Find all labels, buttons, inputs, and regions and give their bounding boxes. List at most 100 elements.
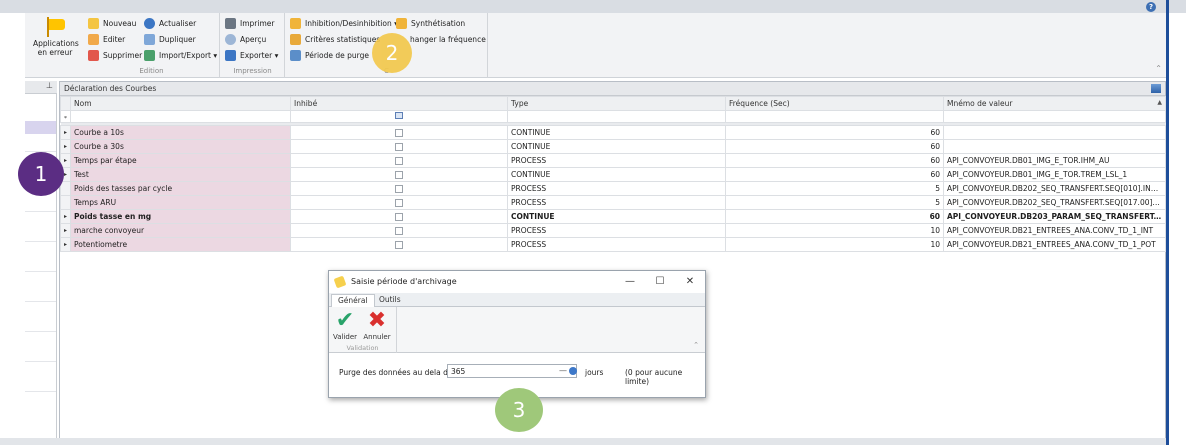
periode-purge-button[interactable]: Période de purge: [290, 48, 369, 62]
cell-inhibe[interactable]: [290, 139, 508, 154]
imprimer-button[interactable]: Imprimer: [225, 16, 274, 30]
cell-nom[interactable]: Potentiometre: [70, 237, 291, 252]
cell-mnemo[interactable]: API_CONVOYEUR.DB203_PARAM_SEQ_TRANSFERT.…: [943, 209, 1166, 224]
cell-frequence[interactable]: 60: [725, 167, 944, 182]
tab-general[interactable]: Général: [331, 294, 375, 307]
table-row[interactable]: ▸ Temps par étape PROCESS 60 API_CONVOYEUR.D…: [60, 153, 1166, 168]
cell-mnemo[interactable]: API_CONVOYEUR.DB01_IMG_E_TOR.IHM_AU: [943, 153, 1166, 168]
table-row[interactable]: ▸ Poids tasse en mg CONTINUE 60 API_CONVOYEU…: [60, 209, 1166, 224]
inhibe-checkbox[interactable]: [395, 185, 403, 193]
header-type[interactable]: Type: [507, 96, 726, 111]
cell-inhibe[interactable]: [290, 153, 508, 168]
cell-inhibe[interactable]: [290, 125, 508, 140]
cell-mnemo[interactable]: API_CONVOYEUR.DB21_ENTREES_ANA.CONV_TD_1…: [943, 223, 1166, 238]
inhibe-checkbox[interactable]: [395, 199, 403, 207]
cell-nom[interactable]: Poids tasse en mg: [70, 209, 291, 224]
table-row[interactable]: ▸ Courbe a 30s CONTINUE 60: [60, 139, 1166, 154]
filter-nom[interactable]: [70, 110, 291, 123]
cell-nom[interactable]: Courbe a 10s: [70, 125, 291, 140]
cell-nom[interactable]: Poids des tasses par cycle: [70, 181, 291, 196]
supprimer-button[interactable]: Supprimer: [88, 48, 142, 62]
chart-icon[interactable]: [1151, 84, 1161, 93]
cell-nom[interactable]: Courbe a 30s: [70, 139, 291, 154]
nouveau-button[interactable]: Nouveau: [88, 16, 136, 30]
cell-type[interactable]: CONTINUE: [507, 167, 726, 182]
cell-nom[interactable]: marche convoyeur: [70, 223, 291, 238]
inhibe-checkbox[interactable]: [395, 171, 403, 179]
cell-frequence[interactable]: 60: [725, 125, 944, 140]
table-row[interactable]: ▸ Courbe a 10s CONTINUE 60: [60, 125, 1166, 140]
filter-checkbox-icon[interactable]: [395, 112, 403, 119]
inhibe-checkbox[interactable]: [395, 157, 403, 165]
cell-type[interactable]: CONTINUE: [507, 209, 726, 224]
row-expander-icon[interactable]: ▸: [60, 237, 71, 252]
cell-frequence[interactable]: 5: [725, 195, 944, 210]
apercu-button[interactable]: Aperçu: [225, 32, 266, 46]
actualiser-button[interactable]: Actualiser: [144, 16, 196, 30]
increment-icon[interactable]: [569, 367, 577, 375]
annuler-button[interactable]: ✖ Annuler: [363, 309, 391, 342]
cell-frequence[interactable]: 60: [725, 209, 944, 224]
minimize-icon[interactable]: —: [615, 271, 645, 293]
row-expander-icon[interactable]: ▸: [60, 125, 71, 140]
cell-type[interactable]: PROCESS: [507, 223, 726, 238]
editer-button[interactable]: Editer: [88, 32, 125, 46]
cell-frequence[interactable]: 60: [725, 139, 944, 154]
table-row[interactable]: ▸ marche convoyeur PROCESS 10 API_CONVOYEUR.…: [60, 223, 1166, 238]
filter-mnemo[interactable]: [943, 110, 1166, 123]
table-row[interactable]: ▸ Potentiometre PROCESS 10 API_CONVOYEUR.DB2…: [60, 237, 1166, 252]
row-expander-icon[interactable]: ▸: [60, 209, 71, 224]
filter-inhibe[interactable]: [290, 110, 508, 123]
purge-days-input[interactable]: [447, 364, 577, 378]
row-expander-icon[interactable]: ▸: [60, 223, 71, 238]
inhibe-checkbox[interactable]: [395, 227, 403, 235]
close-icon[interactable]: ✕: [675, 271, 705, 293]
inhibe-checkbox[interactable]: [395, 213, 403, 221]
header-mnemo[interactable]: Mnémo de valeur ▲: [943, 96, 1166, 111]
cell-type[interactable]: PROCESS: [507, 195, 726, 210]
cell-nom[interactable]: Temps par étape: [70, 153, 291, 168]
cell-type[interactable]: CONTINUE: [507, 139, 726, 154]
row-expander-icon[interactable]: [60, 195, 71, 210]
header-frequence[interactable]: Fréquence (Sec): [725, 96, 944, 111]
inhibe-checkbox[interactable]: [395, 143, 403, 151]
synthetisation-button[interactable]: Synthétisation: [396, 16, 465, 30]
maximize-icon[interactable]: ☐: [645, 271, 675, 293]
decrement-icon[interactable]: —: [559, 366, 567, 375]
table-row[interactable]: Poids des tasses par cycle PROCESS 5 API_CO…: [60, 181, 1166, 196]
cell-type[interactable]: PROCESS: [507, 181, 726, 196]
ribbon-collapse-icon[interactable]: ⌃: [1155, 64, 1162, 73]
cell-mnemo[interactable]: API_CONVOYEUR.DB21_ENTREES_ANA.CONV_TD_1…: [943, 237, 1166, 252]
import-export-button[interactable]: Import/Export ▾: [144, 48, 217, 62]
cell-mnemo[interactable]: API_CONVOYEUR.DB202_SEQ_TRANSFERT.SEQ[01…: [943, 195, 1166, 210]
cell-inhibe[interactable]: [290, 237, 508, 252]
help-icon[interactable]: ?: [1146, 2, 1156, 12]
inhibe-checkbox[interactable]: [395, 129, 403, 137]
cell-inhibe[interactable]: [290, 195, 508, 210]
left-selected-item[interactable]: [25, 121, 56, 134]
cell-frequence[interactable]: 5: [725, 181, 944, 196]
cell-nom[interactable]: Test: [70, 167, 291, 182]
cell-inhibe[interactable]: [290, 223, 508, 238]
cell-type[interactable]: PROCESS: [507, 237, 726, 252]
cell-frequence[interactable]: 10: [725, 237, 944, 252]
cell-mnemo[interactable]: [943, 125, 1166, 140]
cell-mnemo[interactable]: API_CONVOYEUR.DB202_SEQ_TRANSFERT.SEQ[01…: [943, 181, 1166, 196]
pin-icon[interactable]: ⊥: [25, 81, 57, 94]
valider-button[interactable]: ✔ Valider: [331, 309, 359, 342]
cell-type[interactable]: PROCESS: [507, 153, 726, 168]
table-row[interactable]: Temps ARU PROCESS 5 API_CONVOYEUR.DB202_SEQ…: [60, 195, 1166, 210]
tab-outils[interactable]: Outils: [373, 294, 407, 307]
filter-type[interactable]: [507, 110, 726, 123]
changer-frequence-button[interactable]: hanger la fréquence: [410, 32, 486, 46]
filter-frequence[interactable]: [725, 110, 944, 123]
cell-inhibe[interactable]: [290, 209, 508, 224]
cell-nom[interactable]: Temps ARU: [70, 195, 291, 210]
cell-mnemo[interactable]: [943, 139, 1166, 154]
header-nom[interactable]: Nom: [70, 96, 291, 111]
table-row[interactable]: ▸ Test CONTINUE 60 API_CONVOYEUR.DB01_IMG_E_…: [60, 167, 1166, 182]
header-inhibe[interactable]: Inhibé: [290, 96, 508, 111]
exporter-button[interactable]: Exporter ▾: [225, 48, 278, 62]
dupliquer-button[interactable]: Dupliquer: [144, 32, 196, 46]
cell-frequence[interactable]: 10: [725, 223, 944, 238]
